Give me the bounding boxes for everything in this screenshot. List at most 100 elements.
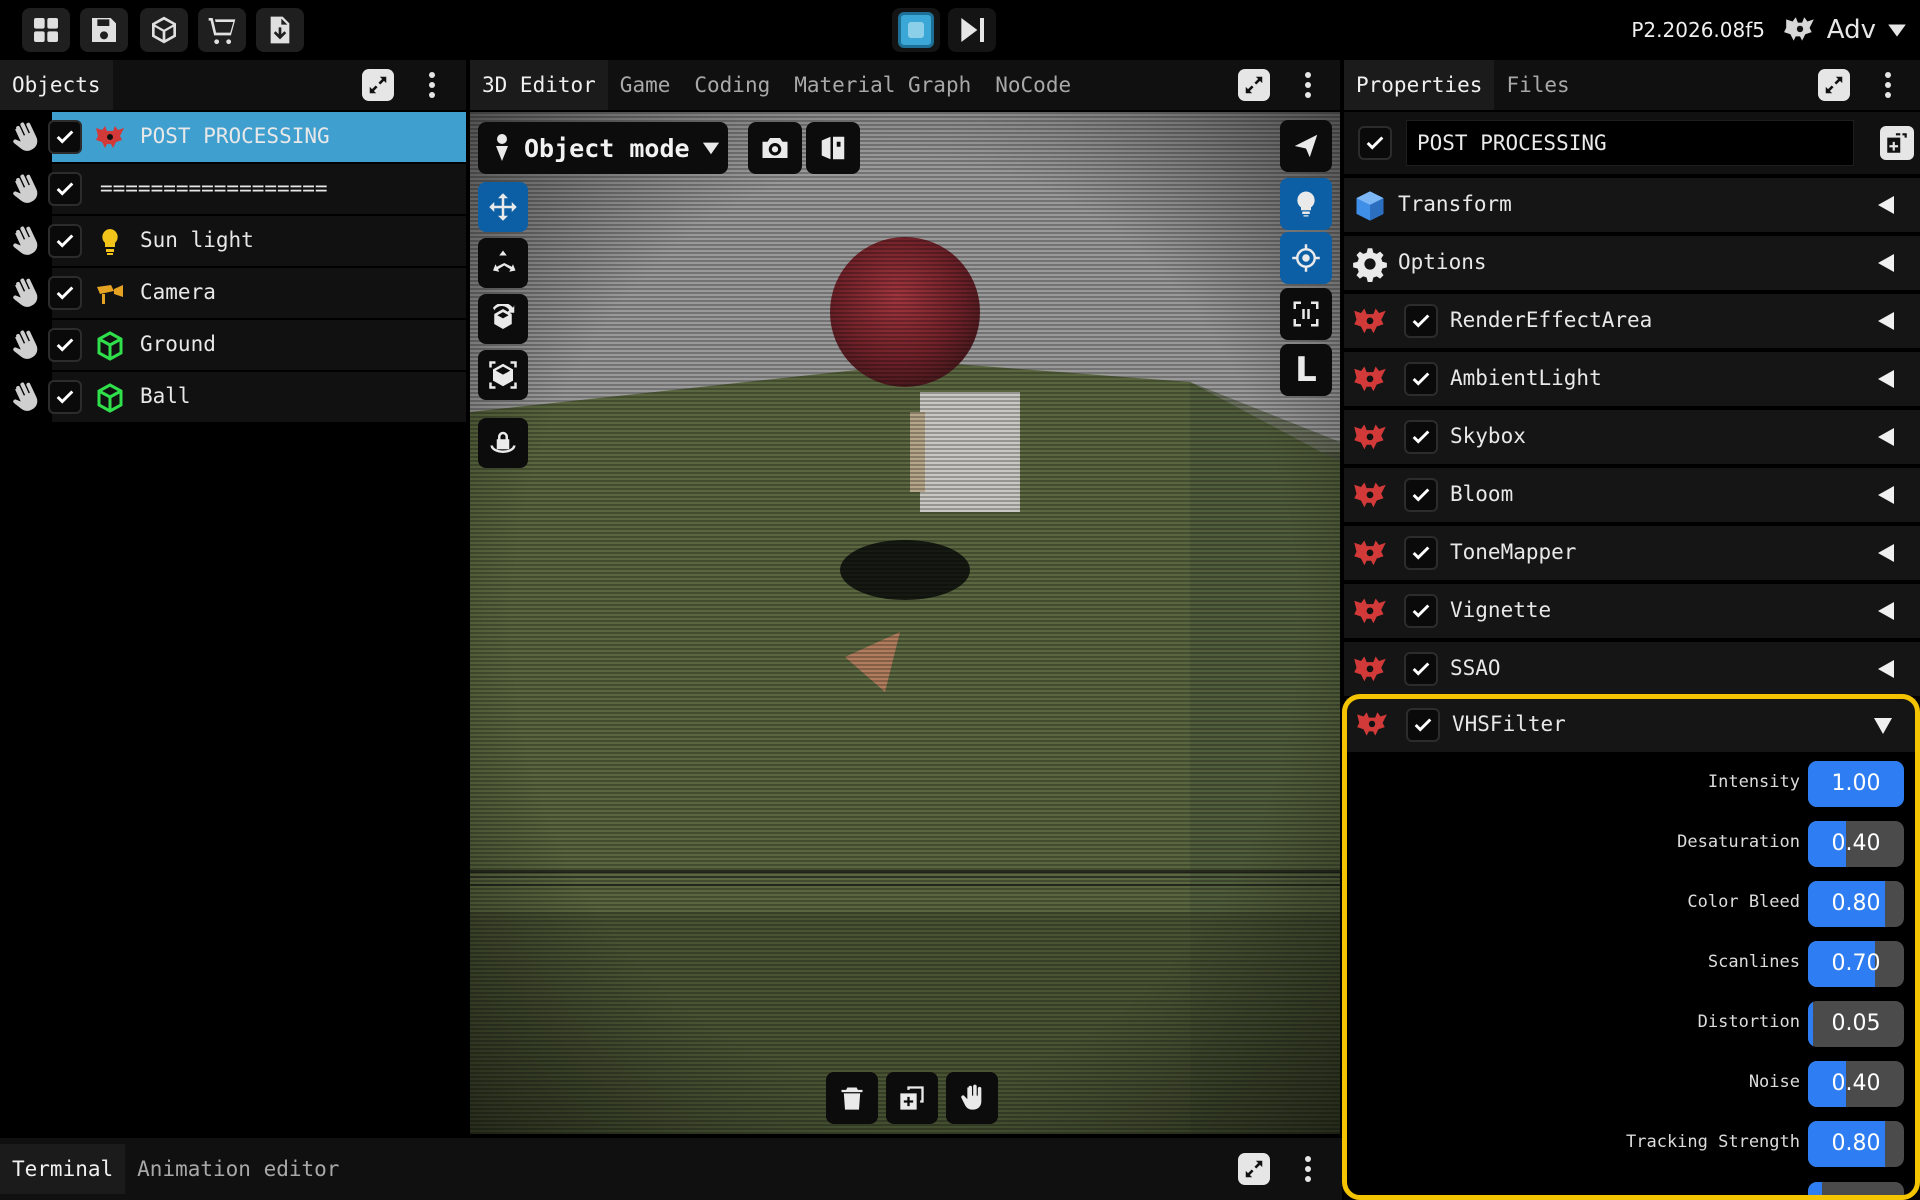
component-ssao[interactable]: SSAO (1344, 642, 1920, 696)
component-enabled-checkbox[interactable] (1404, 536, 1438, 570)
expand-icon[interactable] (1238, 69, 1270, 101)
tab-material-graph[interactable]: Material Graph (782, 60, 983, 110)
collapse-arrow-icon[interactable] (1878, 196, 1894, 214)
download-file-icon[interactable] (256, 8, 304, 52)
component-rendereffectarea[interactable]: RenderEffectArea (1344, 294, 1920, 348)
grab-handle-icon[interactable] (8, 174, 42, 206)
step-forward-button[interactable] (948, 8, 996, 52)
move-tool[interactable] (478, 182, 528, 232)
object-visible-checkbox[interactable] (48, 120, 82, 154)
component-enabled-checkbox[interactable] (1404, 478, 1438, 512)
view-toggle-button[interactable] (806, 122, 860, 174)
component-transform[interactable]: Transform (1344, 178, 1920, 232)
object-visible-checkbox[interactable] (48, 172, 82, 206)
object-row[interactable]: Camera (0, 268, 466, 320)
component-vignette[interactable]: Vignette (1344, 584, 1920, 638)
add-component-button[interactable] (1880, 126, 1914, 160)
duplicate-button[interactable] (886, 1072, 938, 1124)
param-slider[interactable]: 0.05 (1808, 1001, 1904, 1047)
expand-arrow-icon[interactable] (1874, 718, 1892, 734)
collapse-arrow-icon[interactable] (1878, 544, 1894, 562)
camera-capture-button[interactable] (748, 122, 802, 174)
component-enabled-checkbox[interactable] (1404, 652, 1438, 686)
object-enabled-checkbox[interactable] (1358, 126, 1392, 160)
expand-icon[interactable] (362, 69, 394, 101)
component-ambientlight[interactable]: AmbientLight (1344, 352, 1920, 406)
layout-L-button[interactable]: L (1280, 344, 1332, 396)
advanced-mode-dropdown[interactable]: Adv (1783, 10, 1908, 50)
collapse-arrow-icon[interactable] (1878, 486, 1894, 504)
rotate-tool[interactable] (478, 294, 528, 344)
save-icon[interactable] (80, 8, 128, 52)
expand-icon[interactable] (1238, 1153, 1270, 1185)
param-slider[interactable]: 0.40 (1808, 1061, 1904, 1107)
tab-coding[interactable]: Coding (682, 60, 782, 110)
object-visible-checkbox[interactable] (48, 380, 82, 414)
object-row[interactable]: Ground (0, 320, 466, 372)
object-name-field[interactable]: POST PROCESSING (1406, 120, 1854, 166)
actual-size-button[interactable] (1280, 288, 1332, 340)
axis-tool[interactable] (478, 238, 528, 288)
stop-button[interactable] (892, 8, 940, 52)
lock-orbit-tool[interactable] (478, 418, 528, 468)
more-options-icon[interactable] (1292, 69, 1324, 101)
object-row[interactable]: POST PROCESSING (0, 112, 466, 164)
grab-handle-icon[interactable] (8, 122, 42, 154)
tab-files[interactable]: Files (1494, 60, 1581, 110)
grid-icon[interactable] (22, 8, 70, 52)
component-skybox[interactable]: Skybox (1344, 410, 1920, 464)
more-options-icon[interactable] (1872, 69, 1904, 101)
grab-handle-icon[interactable] (8, 226, 42, 258)
grab-handle-icon[interactable] (8, 382, 42, 414)
more-options-icon[interactable] (1292, 1153, 1324, 1185)
light-toggle[interactable] (1280, 178, 1332, 230)
3d-viewport[interactable]: Object mode L (470, 112, 1340, 1134)
more-options-icon[interactable] (416, 69, 448, 101)
param-slider[interactable]: 0.80 (1808, 1121, 1904, 1167)
delete-button[interactable] (826, 1072, 878, 1124)
param-slider[interactable]: 1.00 (1808, 761, 1904, 807)
cube-icon[interactable] (140, 8, 188, 52)
tab-3d-editor[interactable]: 3D Editor (470, 60, 608, 110)
component-options[interactable]: Options (1344, 236, 1920, 290)
param-slider[interactable] (1808, 1182, 1904, 1200)
tab-terminal[interactable]: Terminal (0, 1144, 126, 1194)
object-mode-dropdown[interactable]: Object mode (478, 122, 728, 174)
component-enabled-checkbox[interactable] (1404, 362, 1438, 396)
object-row[interactable]: Sun light (0, 216, 466, 268)
grab-handle-icon[interactable] (8, 330, 42, 362)
collapse-arrow-icon[interactable] (1878, 370, 1894, 388)
collapse-arrow-icon[interactable] (1878, 312, 1894, 330)
select-tool[interactable] (1280, 120, 1332, 172)
object-visible-checkbox[interactable] (48, 224, 82, 258)
tab-properties[interactable]: Properties (1344, 60, 1495, 110)
focus-target-toggle[interactable] (1280, 232, 1332, 284)
component-vhsfilter[interactable]: VHSFilter (1346, 698, 1916, 752)
collapse-arrow-icon[interactable] (1878, 602, 1894, 620)
collapse-arrow-icon[interactable] (1878, 660, 1894, 678)
param-slider[interactable]: 0.70 (1808, 941, 1904, 987)
object-row[interactable]: Ball (0, 372, 466, 424)
collapse-arrow-icon[interactable] (1878, 254, 1894, 272)
component-tonemapper[interactable]: ToneMapper (1344, 526, 1920, 580)
component-enabled-checkbox[interactable] (1404, 304, 1438, 338)
tab-nocode[interactable]: NoCode (983, 60, 1083, 110)
scale-tool[interactable] (478, 350, 528, 400)
collapse-arrow-icon[interactable] (1878, 428, 1894, 446)
component-enabled-checkbox[interactable] (1404, 420, 1438, 454)
object-visible-checkbox[interactable] (48, 328, 82, 362)
tab-animation-editor[interactable]: Animation editor (125, 1144, 351, 1194)
vhsfilter-checkbox[interactable] (1406, 708, 1440, 742)
param-slider[interactable]: 0.80 (1808, 881, 1904, 927)
component-bloom[interactable]: Bloom (1344, 468, 1920, 522)
component-enabled-checkbox[interactable] (1404, 594, 1438, 628)
object-visible-checkbox[interactable] (48, 276, 82, 310)
tab-game[interactable]: Game (608, 60, 683, 110)
param-slider[interactable]: 0.40 (1808, 821, 1904, 867)
cart-icon[interactable] (198, 8, 246, 52)
object-row[interactable]: ================== (0, 164, 466, 216)
pan-button[interactable] (946, 1072, 998, 1124)
grab-handle-icon[interactable] (8, 278, 42, 310)
tab-objects[interactable]: Objects (0, 60, 113, 110)
expand-icon[interactable] (1818, 69, 1850, 101)
